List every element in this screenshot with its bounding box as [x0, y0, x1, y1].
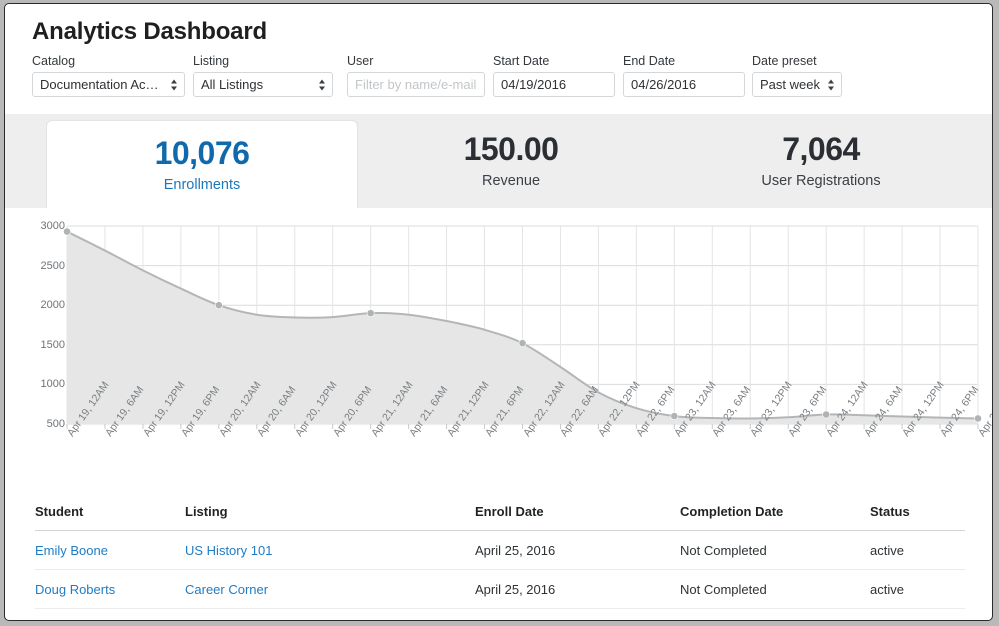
column-header-enroll: Enroll Date	[475, 504, 680, 531]
y-axis-tick-label: 2000	[25, 299, 65, 311]
chevron-updown-icon	[171, 78, 178, 91]
y-axis-tick-label: 2500	[25, 260, 65, 272]
kpi-card-user-registrations[interactable]: 7,064 User Registrations	[665, 114, 977, 208]
filter-end-date: End Date 04/26/2016	[623, 54, 745, 97]
filter-catalog-label: Catalog	[32, 54, 185, 68]
column-header-status: Status	[870, 504, 965, 531]
kpi-revenue-value: 150.00	[464, 131, 559, 167]
filter-listing: Listing All Listings	[193, 54, 333, 97]
listing-select[interactable]: All Listings	[193, 72, 333, 97]
date-preset-select-value: Past week	[760, 77, 820, 92]
y-axis-tick-label: 1500	[25, 339, 65, 351]
column-header-completion: Completion Date	[680, 504, 870, 531]
completion-date: Not Completed	[680, 531, 870, 570]
filter-bar: Catalog Documentation Account Listing Al…	[32, 54, 972, 104]
filter-user: User Filter by name/e-mail	[347, 54, 485, 97]
kpi-enrollments-value: 10,076	[155, 135, 250, 171]
table-header-row: Student Listing Enroll Date Completion D…	[35, 504, 965, 531]
chart-x-axis: Apr 19, 12AMApr 19, 6AMApr 19, 12PMApr 1…	[5, 424, 993, 504]
status-value: dropped	[870, 609, 965, 622]
column-header-listing: Listing	[185, 504, 475, 531]
start-date-value: 04/19/2016	[501, 77, 566, 92]
filter-listing-label: Listing	[193, 54, 333, 68]
column-header-student: Student	[35, 504, 185, 531]
completion-date: Not Completed	[680, 609, 870, 622]
enroll-date: April 25, 2016	[475, 570, 680, 609]
start-date-input[interactable]: 04/19/2016	[493, 72, 615, 97]
chevron-updown-icon	[319, 78, 326, 91]
catalog-select[interactable]: Documentation Account	[32, 72, 185, 97]
catalog-select-value: Documentation Account	[40, 77, 164, 92]
listing-link[interactable]: US History 101	[185, 531, 475, 570]
student-link[interactable]: Emily Boone	[35, 531, 185, 570]
user-search-placeholder: Filter by name/e-mail	[355, 77, 476, 92]
filter-start-date: Start Date 04/19/2016	[493, 54, 615, 97]
filter-catalog: Catalog Documentation Account	[32, 54, 185, 97]
kpi-user-registrations-label: User Registrations	[761, 171, 880, 191]
kpi-user-registrations-value: 7,064	[782, 131, 860, 167]
kpi-card-revenue[interactable]: 150.00 Revenue	[365, 114, 657, 208]
y-axis-tick-label: 3000	[25, 220, 65, 232]
student-link[interactable]: Emily Boone	[35, 609, 185, 622]
user-search-input[interactable]: Filter by name/e-mail	[347, 72, 485, 97]
table-row: Emily BooneIntroduction to Quantum Mecha…	[35, 609, 965, 622]
enrollments-table: Student Listing Enroll Date Completion D…	[35, 504, 965, 621]
filter-date-preset: Date preset Past week	[752, 54, 842, 97]
kpi-band: 10,076 Enrollments 150.00 Revenue 7,064 …	[5, 114, 992, 208]
table-row: Doug RobertsCareer CornerApril 25, 2016N…	[35, 570, 965, 609]
filter-date-preset-label: Date preset	[752, 54, 842, 68]
end-date-input[interactable]: 04/26/2016	[623, 72, 745, 97]
enroll-date: April 25, 2016	[475, 609, 680, 622]
chevron-updown-icon	[828, 78, 835, 91]
dashboard-window: Analytics Dashboard Catalog Documentatio…	[4, 3, 993, 621]
kpi-card-enrollments[interactable]: 10,076 Enrollments	[46, 120, 358, 208]
date-preset-select[interactable]: Past week	[752, 72, 842, 97]
y-axis-tick-label: 1000	[25, 378, 65, 390]
listing-link[interactable]: Career Corner	[185, 570, 475, 609]
enrollments-chart: 50010001500200025003000 Apr 19, 12AMApr …	[5, 208, 993, 498]
status-value: active	[870, 531, 965, 570]
filter-user-label: User	[347, 54, 485, 68]
enroll-date: April 25, 2016	[475, 531, 680, 570]
kpi-enrollments-label: Enrollments	[164, 175, 241, 195]
end-date-value: 04/26/2016	[631, 77, 696, 92]
student-link[interactable]: Doug Roberts	[35, 570, 185, 609]
table-row: Emily BooneUS History 101April 25, 2016N…	[35, 531, 965, 570]
filter-end-date-label: End Date	[623, 54, 745, 68]
completion-date: Not Completed	[680, 570, 870, 609]
listing-link[interactable]: Introduction to Quantum Mechanics	[185, 609, 475, 622]
page-title: Analytics Dashboard	[32, 18, 267, 46]
status-value: active	[870, 570, 965, 609]
kpi-revenue-label: Revenue	[482, 171, 540, 191]
listing-select-value: All Listings	[201, 77, 263, 92]
filter-start-date-label: Start Date	[493, 54, 615, 68]
